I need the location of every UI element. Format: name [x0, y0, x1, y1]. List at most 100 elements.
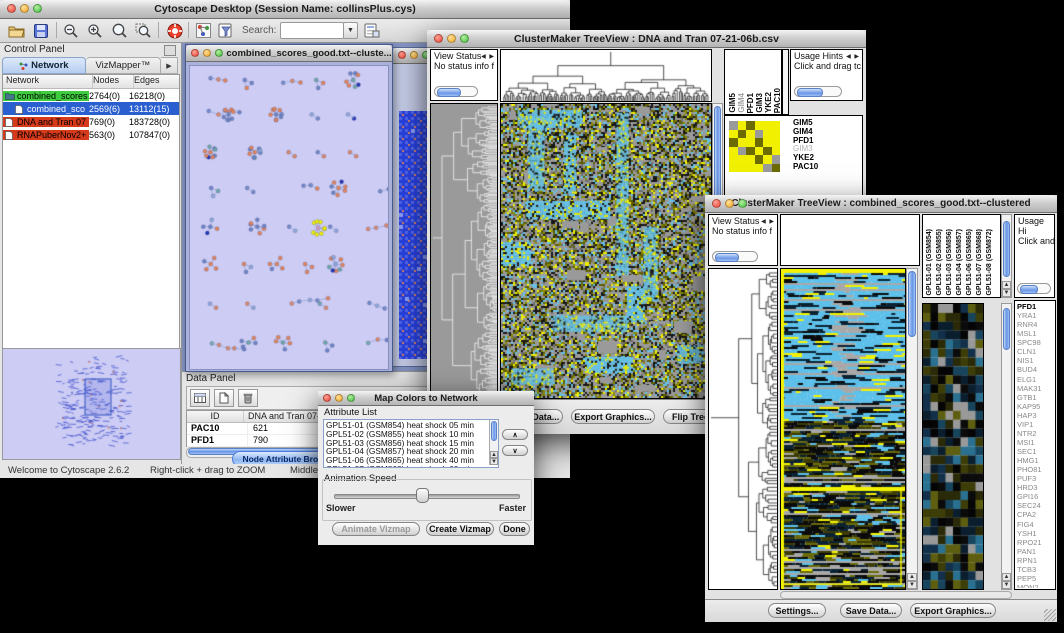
- row-label[interactable]: GPI16: [1017, 492, 1055, 501]
- tab-overflow-arrow[interactable]: ▶: [161, 57, 178, 74]
- scroll-thumb[interactable]: [1003, 308, 1010, 350]
- tv2-hscrollbar[interactable]: [780, 591, 1012, 599]
- export-graphics-button[interactable]: Export Graphics...: [910, 603, 996, 618]
- heatmap-cell[interactable]: [746, 164, 755, 173]
- row-label[interactable]: PHO81: [1017, 465, 1055, 474]
- row-label[interactable]: MON2: [1017, 583, 1055, 588]
- row-label[interactable]: HAP3: [1017, 411, 1055, 420]
- close-button[interactable]: [323, 394, 331, 402]
- tv1-global-heatmap-panel[interactable]: [500, 103, 712, 399]
- speed-slider-thumb[interactable]: [416, 488, 429, 503]
- heatmap-cell[interactable]: [763, 155, 772, 164]
- row-label[interactable]: PAN1: [1017, 547, 1055, 556]
- heatmap-cell[interactable]: [755, 130, 764, 139]
- scroll-arrows[interactable]: ◀ ▶: [481, 52, 495, 97]
- row-label[interactable]: NIS1: [1017, 356, 1055, 365]
- row-label[interactable]: PUF3: [1017, 474, 1055, 483]
- row-label[interactable]: BUD4: [1017, 365, 1055, 374]
- network-overview-panel[interactable]: [2, 348, 181, 460]
- close-button[interactable]: [191, 49, 199, 57]
- row-label[interactable]: RPN1: [1017, 556, 1055, 565]
- tv2-zoom-vscrollbar[interactable]: ▲ ▼: [1001, 303, 1012, 590]
- row-label[interactable]: KAP95: [1017, 402, 1055, 411]
- heatmap-cell[interactable]: [729, 121, 738, 130]
- zoom-button[interactable]: [33, 4, 42, 13]
- scroll-down-arrow[interactable]: ▼: [907, 581, 917, 589]
- minimize-button[interactable]: [335, 394, 343, 402]
- move-down-button[interactable]: ∨: [502, 445, 528, 456]
- row-label[interactable]: MAK31: [1017, 384, 1055, 393]
- column-label[interactable]: GPL51-04 (GSM857): [955, 229, 965, 296]
- column-label[interactable]: GIM5: [728, 93, 736, 113]
- settings-button[interactable]: Settings...: [768, 603, 826, 618]
- heatmap-cell[interactable]: [772, 138, 781, 147]
- tv1-array-dendrogram[interactable]: [501, 50, 711, 101]
- scroll-thumb[interactable]: [491, 421, 497, 441]
- column-label[interactable]: GIM3: [755, 93, 763, 113]
- column-label[interactable]: YKE2: [764, 92, 772, 113]
- row-label[interactable]: HMG1: [1017, 456, 1055, 465]
- heatmap-cell[interactable]: [772, 130, 781, 139]
- network-table-row[interactable]: combined_sco2569(6)13112(15): [3, 102, 179, 115]
- attribute-listbox[interactable]: GPL51-01 (GSM854) heat shock 05 minGPL51…: [323, 419, 499, 468]
- row-label[interactable]: CLN1: [1017, 347, 1055, 356]
- heatmap-cell[interactable]: [763, 121, 772, 130]
- heatmap-cell[interactable]: [746, 130, 755, 139]
- vizmapper-icon[interactable]: [193, 21, 213, 40]
- help-icon[interactable]: [165, 21, 185, 40]
- heatmap-cell[interactable]: [755, 155, 764, 164]
- tv2-collabel-vscrollbar[interactable]: ▲ ▼: [1001, 214, 1012, 298]
- column-label[interactable]: GPL51-02 (GSM855): [935, 229, 945, 296]
- minimize-button[interactable]: [410, 51, 418, 59]
- scroll-up-arrow[interactable]: ▲: [1002, 281, 1011, 289]
- listbox-vscrollbar[interactable]: ▲ ▼: [489, 420, 498, 465]
- search-input[interactable]: [280, 22, 344, 39]
- heatmap-cell[interactable]: [738, 121, 747, 130]
- zoom-button[interactable]: [460, 34, 469, 43]
- heatmap-cell[interactable]: [729, 130, 738, 139]
- heatmap-cell[interactable]: [746, 121, 755, 130]
- dialog-titlebar[interactable]: Map Colors to Network: [318, 391, 534, 406]
- heatmap-cell[interactable]: [729, 164, 738, 173]
- tv2-zoom-heatmap[interactable]: [923, 304, 983, 589]
- scroll-thumb[interactable]: [797, 88, 823, 97]
- tv2-status-scrollbar[interactable]: [712, 251, 758, 262]
- tv2-array-dendrogram-panel[interactable]: [780, 214, 920, 266]
- row-label[interactable]: PAC10: [793, 163, 859, 172]
- close-button[interactable]: [398, 51, 406, 59]
- zoom-button[interactable]: [215, 49, 223, 57]
- heatmap-cell[interactable]: [772, 147, 781, 156]
- zoom-button[interactable]: [347, 394, 355, 402]
- row-label[interactable]: RNR4: [1017, 320, 1055, 329]
- resize-grip[interactable]: [1044, 609, 1056, 621]
- save-icon[interactable]: [31, 21, 51, 40]
- column-label[interactable]: GPL51-06 (GSM865): [965, 229, 975, 296]
- heatmap-cell[interactable]: [772, 121, 781, 130]
- heatmap-cell[interactable]: [738, 138, 747, 147]
- network-overview-canvas[interactable]: [3, 349, 178, 457]
- minimize-button[interactable]: [725, 199, 734, 208]
- row-label[interactable]: MSI1: [1017, 438, 1055, 447]
- column-label[interactable]: PAC10: [773, 88, 781, 113]
- scroll-thumb[interactable]: [437, 88, 461, 97]
- attribute-table-icon[interactable]: [190, 389, 210, 407]
- heatmap-cell[interactable]: [772, 155, 781, 164]
- filter-icon[interactable]: [216, 21, 236, 40]
- tv2-gene-dendrogram-panel[interactable]: [708, 268, 778, 590]
- row-label[interactable]: SPC98: [1017, 338, 1055, 347]
- move-up-button[interactable]: ∧: [502, 429, 528, 440]
- heatmap-cell[interactable]: [729, 138, 738, 147]
- attribute-list-item[interactable]: GPL51-07 (GSM868) heat shock 60 min: [326, 465, 496, 468]
- network-table-row[interactable]: RNAPuberNov2+563(0)107847(0): [3, 128, 179, 141]
- row-label[interactable]: YRA1: [1017, 311, 1055, 320]
- scroll-down-arrow[interactable]: ▼: [1002, 581, 1011, 589]
- tv2-hints-scrollbar[interactable]: [1017, 283, 1051, 294]
- heatmap-cell[interactable]: [729, 147, 738, 156]
- network-table-row[interactable]: DNA and Tran 07769(0)183728(0): [3, 115, 179, 128]
- tv1-global-heatmap[interactable]: [501, 104, 711, 398]
- heatmap-cell[interactable]: [746, 155, 755, 164]
- open-file-icon[interactable]: [6, 21, 26, 40]
- scroll-up-arrow[interactable]: ▲: [490, 451, 498, 458]
- main-titlebar[interactable]: Cytoscape Desktop (Session Name: collins…: [0, 0, 570, 19]
- heatmap-cell[interactable]: [772, 164, 781, 173]
